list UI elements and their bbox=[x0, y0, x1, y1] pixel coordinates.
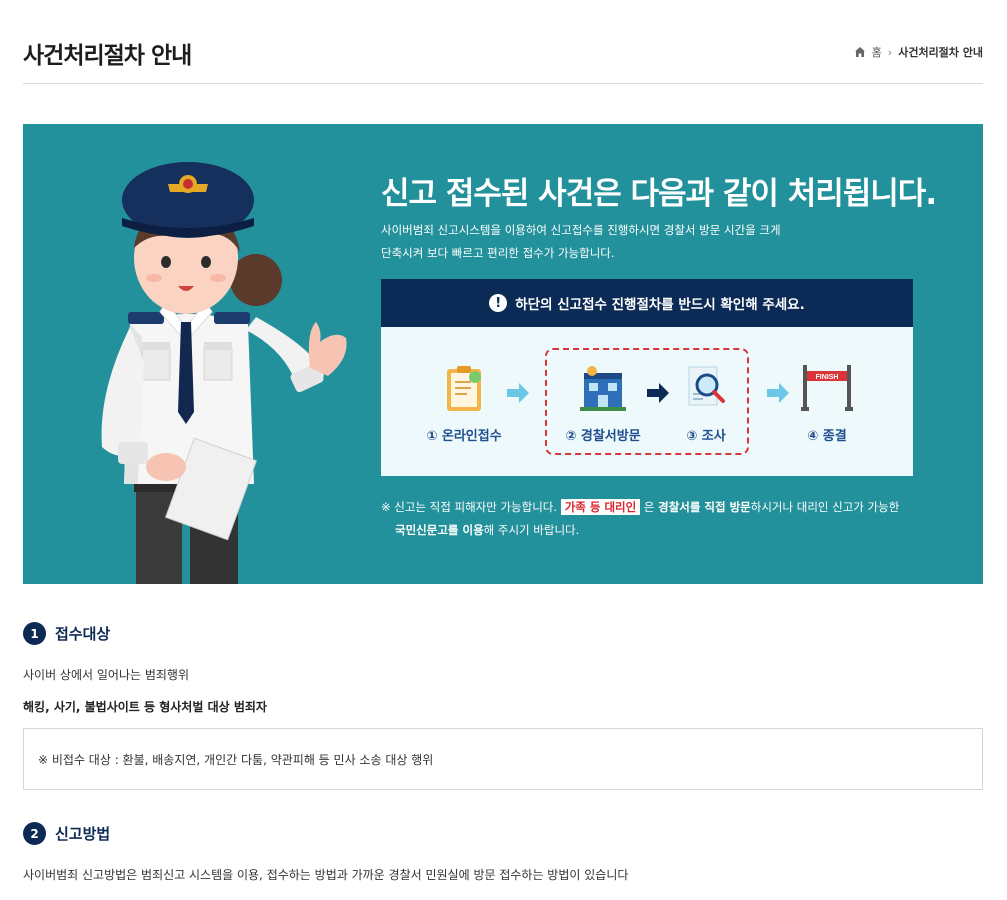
note-part4: 해 주시기 바랍니다. bbox=[483, 523, 580, 537]
section-heading-reception-target: 1 접수대상 bbox=[23, 622, 110, 645]
clipboard-icon bbox=[447, 366, 481, 411]
exclamation-icon: ! bbox=[489, 294, 508, 312]
step-label-investigation: ③ 조사 bbox=[686, 429, 726, 444]
section-number-badge: 1 bbox=[23, 622, 46, 645]
process-notice-text: 하단의 신고접수 진행절차를 반드시 확인해 주세요. bbox=[515, 297, 805, 313]
step-investigation: ③ 조사 bbox=[651, 363, 761, 444]
step-closure: FINISH ④ 종결 bbox=[772, 363, 882, 444]
magnifier-document-icon bbox=[688, 366, 725, 406]
finish-label: FINISH bbox=[816, 374, 839, 381]
step-label-online-report: ① 온라인접수 bbox=[426, 429, 502, 444]
banner-title: 신고 접수된 사건은 다음과 같이 처리됩니다. bbox=[381, 176, 937, 212]
non-reception-notice-text: ※ 비접수 대상 : 환불, 배송지연, 개인간 다툼, 약관피해 등 민사 소… bbox=[38, 752, 434, 767]
home-icon[interactable] bbox=[854, 46, 866, 58]
banner-note-line2: 국민신문고를 이용해 주시기 바랍니다. bbox=[381, 519, 941, 542]
page-title: 사건처리절차 안내 bbox=[23, 43, 192, 69]
note-part1: ※ 신고는 직접 피해자만 가능합니다. bbox=[381, 500, 558, 514]
report-method-text: 사이버범죄 신고방법은 범죄신고 시스템을 이용, 접수하는 방법과 가까운 경… bbox=[23, 868, 629, 882]
page: 사건처리절차 안내 홈 › 사건처리절차 안내 신고 접수된 사건은 다음과 같… bbox=[0, 0, 1007, 900]
chevron-right-icon: › bbox=[887, 45, 893, 59]
banner-note: ※ 신고는 직접 피해자만 가능합니다. 가족 등 대리인 은 경찰서를 직접 … bbox=[381, 496, 941, 542]
note-part3: 하시거나 대리인 신고가 가능한 bbox=[750, 500, 900, 514]
note-bold-sinmungo: 국민신문고를 이용 bbox=[395, 523, 484, 537]
step-label-closure: ④ 종결 bbox=[807, 429, 847, 444]
reception-target-text: 사이버 상에서 일어나는 범죄행위 bbox=[23, 668, 190, 682]
section-number-badge: 2 bbox=[23, 822, 46, 845]
step-label-police-visit: ② 경찰서방문 bbox=[565, 429, 641, 444]
note-bold-visit: 경찰서를 직접 방문 bbox=[658, 500, 751, 514]
breadcrumb-current: 사건처리절차 안내 bbox=[898, 46, 983, 59]
note-highlight-proxy: 가족 등 대리인 bbox=[560, 499, 641, 515]
breadcrumb-home[interactable]: 홈 bbox=[872, 44, 882, 60]
process-steps-panel: ! 하단의 신고접수 진행절차를 반드시 확인해 주세요. ① 온라인접수 ② … bbox=[381, 279, 913, 476]
step-police-visit: ② 경찰서방문 bbox=[548, 363, 658, 444]
banner-description-line1: 사이버범죄 신고시스템을 이용하여 신고접수를 진행하시면 경찰서 방문 시간을… bbox=[381, 223, 781, 237]
section-title: 접수대상 bbox=[55, 625, 111, 643]
breadcrumb: 홈 › 사건처리절차 안내 bbox=[854, 44, 983, 60]
page-header: 사건처리절차 안내 홈 › 사건처리절차 안내 bbox=[23, 0, 983, 84]
process-notice-bar: ! 하단의 신고접수 진행절차를 반드시 확인해 주세요. bbox=[381, 279, 913, 327]
process-steps: ① 온라인접수 ② 경찰서방문 ③ 조사 FINISH ④ 종결 bbox=[381, 327, 913, 476]
arrow-right-icon bbox=[507, 383, 529, 403]
banner-description-line2: 단축시켜 보다 빠르고 편리한 접수가 가능합니다. bbox=[381, 246, 615, 260]
note-part2: 은 bbox=[643, 500, 655, 514]
finish-line-icon: FINISH bbox=[801, 365, 853, 411]
reception-target-detail: 해킹, 사기, 불법사이트 등 형사처벌 대상 범죄자 bbox=[23, 700, 267, 714]
banner-description: 사이버범죄 신고시스템을 이용하여 신고접수를 진행하시면 경찰서 방문 시간을… bbox=[381, 219, 821, 265]
banner-note-line1: ※ 신고는 직접 피해자만 가능합니다. 가족 등 대리인 은 경찰서를 직접 … bbox=[381, 496, 941, 519]
section-title: 신고방법 bbox=[55, 825, 111, 843]
step-online-report: ① 온라인접수 bbox=[409, 363, 519, 444]
police-officer-illustration bbox=[101, 162, 347, 584]
police-station-icon bbox=[580, 366, 626, 411]
non-reception-notice-box: ※ 비접수 대상 : 환불, 배송지연, 개인간 다툼, 약관피해 등 민사 소… bbox=[23, 728, 983, 790]
process-banner: 신고 접수된 사건은 다음과 같이 처리됩니다. 사이버범죄 신고시스템을 이용… bbox=[23, 124, 983, 584]
section-heading-report-method: 2 신고방법 bbox=[23, 822, 110, 845]
